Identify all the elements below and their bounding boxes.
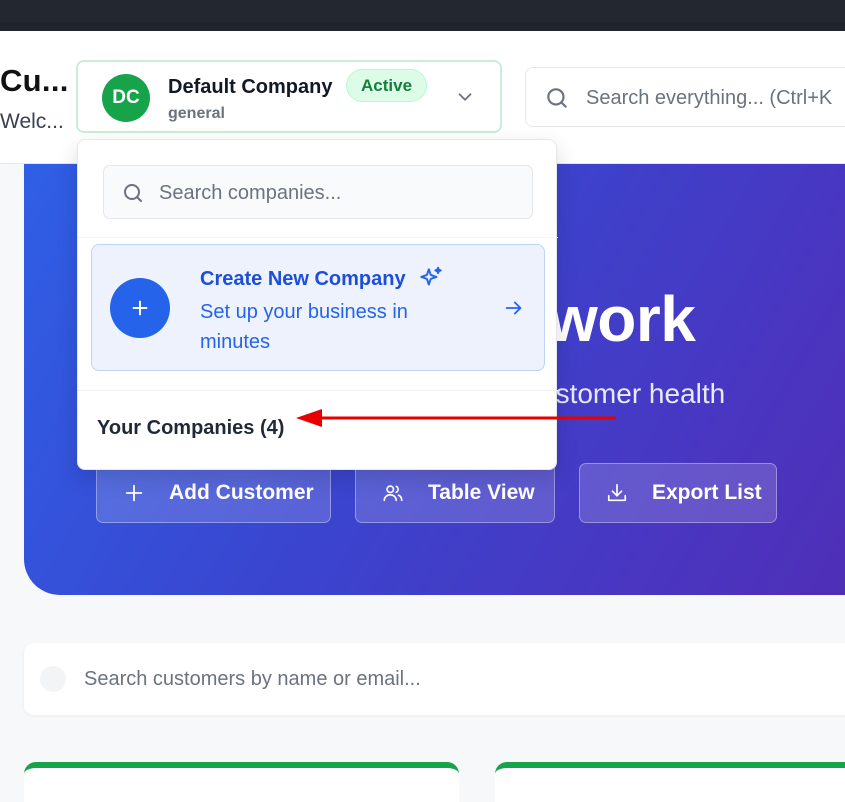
browser-top-strip [0, 0, 845, 31]
plus-icon [110, 278, 170, 338]
add-customer-label: Add Customer [169, 481, 314, 504]
stat-card [495, 762, 845, 802]
global-search-placeholder: Search everything... (Ctrl+K [586, 87, 833, 109]
company-search-input[interactable]: Search companies... [103, 165, 533, 219]
stat-card [24, 762, 459, 802]
global-search-input[interactable]: Search everything... (Ctrl+K [525, 67, 845, 127]
divider [78, 237, 558, 238]
table-view-label: Table View [428, 481, 535, 504]
create-company-button[interactable]: Create New Company Set up your business … [91, 244, 545, 371]
hero-title: work [548, 283, 696, 355]
company-category: general [168, 105, 225, 122]
company-switcher[interactable]: DC Default Company general Active [76, 60, 502, 133]
sparkle-icon [420, 266, 442, 286]
create-company-title: Create New Company [200, 268, 406, 290]
customer-search-input[interactable]: Search customers by name or email... [24, 643, 845, 715]
search-icon [547, 88, 567, 108]
arrow-right-icon [505, 301, 522, 315]
export-list-button[interactable]: Export List [579, 463, 777, 523]
company-name: Default Company [168, 76, 333, 98]
divider [78, 390, 558, 391]
page-title: Cu... [0, 63, 69, 98]
your-companies-heading: Your Companies (4) [97, 417, 285, 439]
status-badge: Active [346, 69, 428, 102]
export-list-label: Export List [652, 481, 762, 504]
table-view-button[interactable]: Table View [355, 463, 555, 523]
chevron-down-icon[interactable] [454, 86, 476, 108]
add-customer-button[interactable]: Add Customer [96, 463, 331, 523]
page-subtitle: Welc... [0, 110, 64, 133]
company-search-placeholder: Search companies... [159, 182, 342, 204]
search-icon [40, 666, 66, 692]
company-avatar: DC [102, 74, 150, 122]
search-icon [124, 184, 142, 202]
download-icon [607, 483, 627, 502]
plus-icon [125, 484, 143, 502]
customer-search-placeholder: Search customers by name or email... [84, 668, 421, 690]
create-company-description: Set up your business in minutes [200, 301, 408, 353]
users-icon [383, 485, 403, 502]
annotation-arrow [296, 409, 616, 427]
